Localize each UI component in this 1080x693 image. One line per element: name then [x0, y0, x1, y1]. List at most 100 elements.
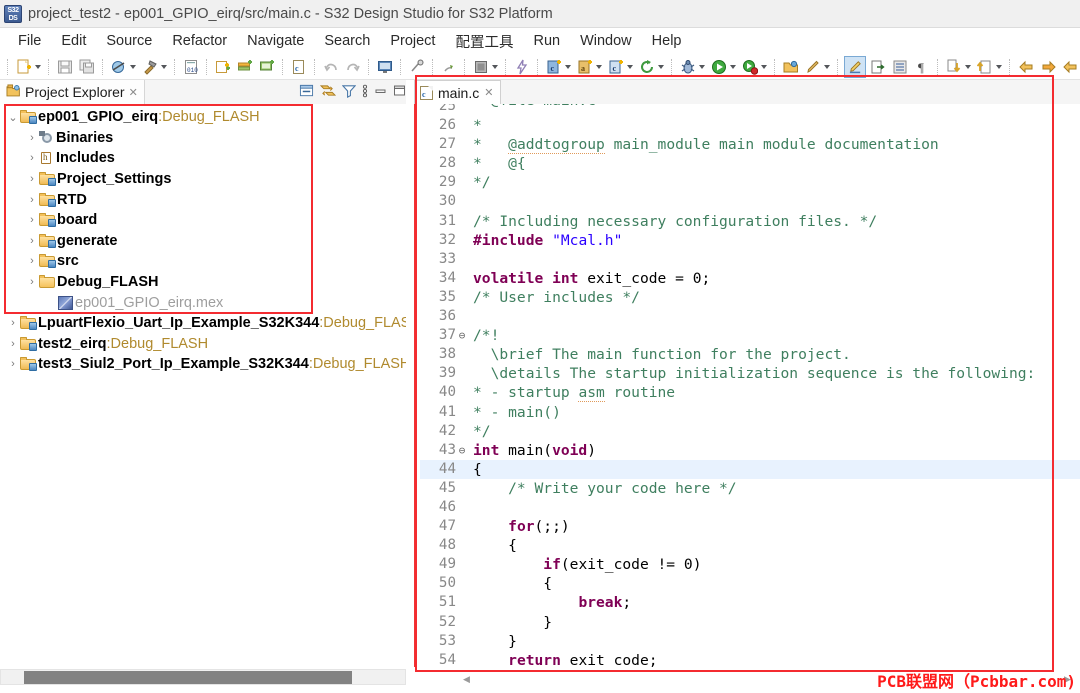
- code-line[interactable]: 40 * - startup asm routine: [414, 383, 1080, 403]
- code-line[interactable]: 52 }: [414, 613, 1080, 632]
- code-line[interactable]: 54 return exit_code;: [414, 651, 1080, 667]
- menu-help[interactable]: Help: [642, 31, 692, 51]
- menu-navigate[interactable]: Navigate: [237, 31, 314, 51]
- hscroll-thumb[interactable]: [24, 671, 352, 684]
- console-icon[interactable]: [375, 57, 395, 77]
- build-hammer-icon[interactable]: [140, 57, 160, 77]
- fold-collapse-icon[interactable]: ⊖: [456, 326, 468, 345]
- code-line[interactable]: 39 \details The startup initialization s…: [414, 364, 1080, 383]
- tree-item[interactable]: › Project_Settings: [0, 169, 412, 190]
- code-line[interactable]: 34 volatile int exit_code = 0;: [414, 269, 1080, 288]
- code-line[interactable]: 50 {: [414, 574, 1080, 593]
- tree-item[interactable]: ep001_GPIO_eirq.mex: [0, 292, 412, 313]
- menu-file[interactable]: File: [8, 31, 51, 51]
- tree-item[interactable]: › RTD: [0, 189, 412, 210]
- scroll-left-icon[interactable]: ◀: [458, 671, 475, 688]
- new-cpp-project-icon[interactable]: a: [575, 57, 595, 77]
- tab-main-c[interactable]: main.c ✕: [414, 80, 502, 104]
- tree-item[interactable]: › Binaries: [0, 128, 412, 149]
- new-binary-icon[interactable]: 010: [181, 57, 201, 77]
- editor-text-area[interactable]: 25 @file main.c26*27* @addtogroup main_m…: [414, 104, 1080, 667]
- run-dropdown[interactable]: [730, 64, 736, 69]
- chevron-right-icon[interactable]: ›: [6, 317, 20, 329]
- chevron-right-icon[interactable]: ›: [25, 276, 39, 288]
- next-annotation-dropdown[interactable]: [965, 64, 971, 69]
- chevron-right-icon[interactable]: ›: [25, 235, 39, 247]
- redo-icon[interactable]: [343, 57, 363, 77]
- debug-bug-icon[interactable]: [678, 57, 698, 77]
- profile-dropdown[interactable]: [761, 64, 767, 69]
- erase-icon[interactable]: [407, 57, 427, 77]
- code-line[interactable]: 38 \brief The main function for the proj…: [414, 345, 1080, 364]
- tree-item[interactable]: › test2_eirq: Debug_FLASH: [0, 334, 412, 355]
- code-line[interactable]: 31 /* Including necessary configuration f…: [414, 212, 1080, 231]
- menu-edit[interactable]: Edit: [51, 31, 96, 51]
- code-line[interactable]: 46: [414, 498, 1080, 517]
- close-icon[interactable]: ✕: [129, 86, 138, 99]
- build-dropdown[interactable]: [161, 64, 167, 69]
- chevron-right-icon[interactable]: ›: [6, 358, 20, 370]
- code-line[interactable]: 32 #include "Mcal.h": [414, 231, 1080, 250]
- code-line[interactable]: 41 * - main(): [414, 403, 1080, 422]
- code-line[interactable]: 30: [414, 192, 1080, 211]
- new-file-dropdown[interactable]: [35, 64, 41, 69]
- collapse-all-icon[interactable]: [299, 84, 314, 101]
- code-line[interactable]: 37 ⊖ /*!: [414, 326, 1080, 345]
- refresh-icon[interactable]: [637, 57, 657, 77]
- back-icon[interactable]: [1016, 57, 1036, 77]
- skip-breakpoints-dropdown[interactable]: [130, 64, 136, 69]
- undo-icon[interactable]: [321, 57, 341, 77]
- debug-dropdown[interactable]: [699, 64, 705, 69]
- view-menu-icon[interactable]: [362, 84, 368, 101]
- new-config-icon[interactable]: [235, 57, 255, 77]
- tree-item[interactable]: › Debug_FLASH: [0, 272, 412, 293]
- code-line[interactable]: 26 *: [414, 116, 1080, 135]
- prev-annotation-dropdown[interactable]: [996, 64, 1002, 69]
- tree-item[interactable]: › board: [0, 210, 412, 231]
- pencil-dropdown[interactable]: [824, 64, 830, 69]
- memory-icon[interactable]: [471, 57, 491, 77]
- tree-item[interactable]: › LpuartFlexio_Uart_Ip_Example_S32K344: D…: [0, 313, 412, 334]
- menu-window[interactable]: Window: [570, 31, 642, 51]
- new-cpp-project-dropdown[interactable]: [596, 64, 602, 69]
- debug-flash-icon[interactable]: [439, 57, 459, 77]
- link-with-editor-icon[interactable]: [319, 84, 337, 101]
- code-line[interactable]: 33: [414, 250, 1080, 269]
- code-line[interactable]: 53 }: [414, 632, 1080, 651]
- chevron-right-icon[interactable]: ›: [25, 132, 39, 144]
- forward-icon[interactable]: [1038, 57, 1058, 77]
- chevron-right-icon[interactable]: ›: [25, 194, 39, 206]
- profile-icon[interactable]: [740, 57, 760, 77]
- project-tree[interactable]: ⌄ep001_GPIO_eirq: Debug_FLASH›Binaries›I…: [0, 104, 412, 659]
- code-line[interactable]: 42 */: [414, 422, 1080, 441]
- pencil-icon[interactable]: [803, 57, 823, 77]
- code-line[interactable]: 29 */: [414, 173, 1080, 192]
- new-remote-icon[interactable]: [257, 57, 277, 77]
- highlight-icon[interactable]: [844, 55, 866, 78]
- menu-search[interactable]: Search: [314, 31, 380, 51]
- memory-dropdown[interactable]: [492, 64, 498, 69]
- close-icon[interactable]: ✕: [484, 86, 493, 99]
- chevron-down-icon[interactable]: ⌄: [6, 111, 20, 124]
- chevron-right-icon[interactable]: ›: [6, 338, 20, 350]
- new-c-file-icon[interactable]: c: [289, 57, 309, 77]
- new-file-icon[interactable]: [14, 57, 34, 77]
- project-explorer-hscrollbar[interactable]: [0, 658, 412, 693]
- chevron-right-icon[interactable]: ›: [25, 214, 39, 226]
- filter-icon[interactable]: [341, 84, 357, 101]
- menu-project[interactable]: Project: [380, 31, 445, 51]
- maximize-icon[interactable]: [393, 84, 406, 100]
- save-icon[interactable]: [55, 57, 75, 77]
- code-line[interactable]: 28 * @{: [414, 154, 1080, 173]
- chevron-right-icon[interactable]: ›: [25, 152, 39, 164]
- flash-icon[interactable]: [512, 57, 532, 77]
- outline-icon[interactable]: [890, 57, 910, 77]
- code-line[interactable]: 35 /* User includes */: [414, 288, 1080, 307]
- skip-breakpoints-icon[interactable]: [109, 57, 129, 77]
- new-c-class-icon[interactable]: c: [606, 57, 626, 77]
- code-line[interactable]: 44 {: [414, 459, 1080, 479]
- chevron-right-icon[interactable]: ›: [25, 173, 39, 185]
- new-c-project-dropdown[interactable]: [565, 64, 571, 69]
- refresh-dropdown[interactable]: [658, 64, 664, 69]
- tree-item[interactable]: › test3_Siul2_Port_Ip_Example_S32K344: De…: [0, 354, 412, 375]
